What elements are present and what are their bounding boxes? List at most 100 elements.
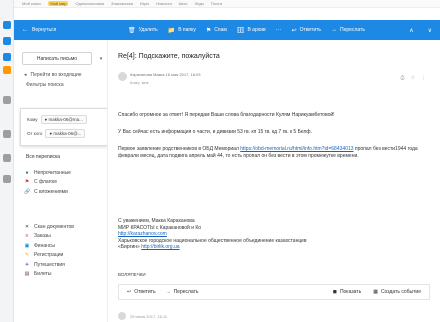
reply-icon: ↩: [291, 27, 297, 34]
bookmark-link[interactable]: Мой класс: [22, 1, 41, 6]
grid-app-icon[interactable]: [3, 96, 11, 104]
bookmark-link[interactable]: Новости: [156, 1, 171, 6]
flag-button[interactable]: ⚑ Спам: [206, 27, 227, 34]
folder-item[interactable]: ≡ Заказы: [24, 232, 74, 242]
folder-item[interactable]: ● Непрочитанные: [24, 168, 70, 178]
bookmark-link[interactable]: Почта: [211, 1, 222, 6]
show-button[interactable]: ◼ Показать: [333, 289, 361, 295]
recipient-line: Кому: мне: [130, 80, 149, 85]
archive-button[interactable]: 🗄 В архив: [237, 27, 266, 34]
folder-item[interactable]: ▤ Билеты: [24, 270, 74, 280]
folder-move-button[interactable]: 📁 В папку: [168, 27, 196, 34]
folder-label: С вложениями: [34, 188, 68, 195]
next-message-date: 29 июня 2017, 16:11: [130, 313, 168, 319]
more-vertical-icon[interactable]: ⋮: [421, 75, 426, 81]
filter-from-field[interactable]: ● makka-06@...: [45, 129, 86, 138]
sender-avatar[interactable]: [118, 72, 127, 81]
filter-to-row: Кому ● makka-06@ma...: [27, 115, 87, 124]
bookmark-link[interactable]: Леди: [194, 1, 203, 6]
finance-icon: ▣: [24, 242, 30, 249]
folder-label: Заказы: [34, 233, 51, 240]
print-icon[interactable]: ⎙: [401, 75, 405, 81]
signup-icon: ✎: [24, 252, 30, 259]
trash-icon: 🗑: [128, 27, 136, 34]
bookmark-link[interactable]: Авто: [179, 1, 188, 6]
settings-app-icon[interactable]: [3, 175, 11, 183]
attachments-label: ВОЛЯПЕЧКИ: [118, 272, 146, 277]
mail-app-icon[interactable]: [3, 21, 11, 29]
folder-item[interactable]: ✈ Путешествия: [24, 260, 74, 270]
notes-app-icon[interactable]: [3, 66, 11, 74]
folder-item[interactable]: ▣ Финансы: [24, 241, 74, 251]
memorial-link[interactable]: https://obd-memorial.ru/html/info.htm?id…: [240, 146, 353, 152]
star-icon[interactable]: ☆: [411, 75, 415, 81]
next-message-preview[interactable]: 29 июня 2017, 16:11: [118, 312, 167, 320]
download-app-icon[interactable]: [3, 154, 11, 162]
filter-from-row: От кого ● makka-06@...: [27, 129, 86, 138]
travel-icon: ✈: [24, 261, 30, 268]
category-folder-list: ✕ Скан документов ≡ Заказы ▣ Финансы ✎ Регистра…: [24, 222, 74, 279]
reply-icon: ↩: [127, 289, 132, 295]
compose-button[interactable]: Написать письмо: [22, 52, 92, 65]
folder-item[interactable]: ✎ Регистрации: [24, 251, 74, 261]
forward-label: Переслать: [340, 27, 365, 33]
forward-icon: →: [165, 289, 171, 295]
goto-inbox-link[interactable]: ◂ Перейти во входящие: [24, 72, 82, 78]
filter-to-label: Кому: [27, 117, 38, 122]
reply-button[interactable]: ↩ Ответить: [292, 27, 321, 34]
chevron-down-icon[interactable]: ∨: [428, 27, 432, 34]
calendar-app-icon[interactable]: [3, 37, 11, 45]
toolbar-actions: 🗑 Удалить 📁 В папку ⚑ Спам 🗄 В архив ··· ↩ Ответит…: [128, 27, 365, 34]
filter-to-field[interactable]: ● makka-06@ma...: [40, 115, 87, 124]
orders-icon: ≡: [25, 233, 29, 240]
app-strip: [0, 0, 14, 322]
create-event-button[interactable]: ▦ Создать событие: [373, 289, 421, 295]
folder-label: Путешествия: [34, 261, 65, 268]
goto-inbox-label: Перейти во входящие: [30, 72, 82, 78]
reply-label: Ответить: [299, 27, 322, 33]
all-mail-link[interactable]: Вся переписка: [26, 154, 60, 160]
bookmark-link[interactable]: Игры: [140, 1, 149, 6]
folder-label: Регистрации: [34, 252, 64, 259]
bookmark-link[interactable]: Одноклассники: [75, 1, 104, 6]
body-paragraph-2: У Вас сейчас есть информация о части, и …: [118, 129, 312, 135]
bookmark-link[interactable]: Мой мир: [48, 1, 69, 6]
trash-button[interactable]: 🗑 Удалить: [128, 27, 158, 34]
message-signature: С уважением, Макка Караханова МИР КРАСОТ…: [118, 218, 438, 251]
message-toolbar: ← Вернуться 🗑 Удалить 📁 В папку ⚑ Спам 🗄 В архи…: [14, 20, 440, 40]
chevron-up-icon[interactable]: ∧: [409, 27, 413, 34]
attachment-icon: 🔗: [24, 188, 31, 195]
folder-item[interactable]: ⚑ С флагом: [24, 178, 71, 188]
compose-more-button[interactable]: ▾: [96, 52, 106, 65]
signature-link-1[interactable]: http://karazhanov.com: [118, 231, 167, 237]
archive-icon: 🗄: [236, 27, 245, 34]
forward-button[interactable]: → Переслать: [331, 27, 365, 33]
bell-app-icon[interactable]: [3, 130, 11, 138]
back-button[interactable]: ← Вернуться: [22, 27, 56, 33]
flag-label: Спам: [214, 27, 227, 33]
folder-label: Финансы: [34, 242, 55, 249]
signature-link-2[interactable]: http://birlik.org.ua: [141, 244, 179, 250]
forward-button[interactable]: → Переслать: [166, 289, 199, 295]
filter-from-value: makka-06@...: [53, 131, 82, 136]
trash-label: Удалить: [138, 27, 158, 33]
folder-item[interactable]: 🔗 С вложениями: [24, 187, 71, 197]
folder-label: Билеты: [34, 271, 52, 278]
more-button[interactable]: ···: [276, 27, 282, 33]
filter-from-label: От кого: [27, 131, 43, 136]
bookmark-link[interactable]: Знакомства: [111, 1, 133, 6]
filter-title[interactable]: Фильтры поиска: [26, 82, 64, 88]
signature-line-4: «Биргин»: [118, 244, 140, 250]
contacts-app-icon[interactable]: [3, 53, 11, 61]
folder-item[interactable]: ✕ Скан документов: [24, 222, 74, 232]
folder-move-icon: 📁: [167, 27, 176, 34]
person-icon: ●: [49, 131, 53, 136]
sender-line[interactable]: Караханова Макка 16 мая 2017, 16:03: [130, 72, 201, 77]
eye-icon: ◼: [332, 289, 337, 295]
reply-button[interactable]: ↩ Ответить: [127, 289, 156, 295]
archive-label: В архив: [247, 27, 266, 33]
message-body: Спасибо огромное за ответ! Я передам Ваш…: [118, 112, 438, 170]
back-label: Вернуться: [32, 27, 57, 33]
folder-label: Скан документов: [34, 223, 74, 230]
person-icon: ●: [44, 117, 48, 122]
